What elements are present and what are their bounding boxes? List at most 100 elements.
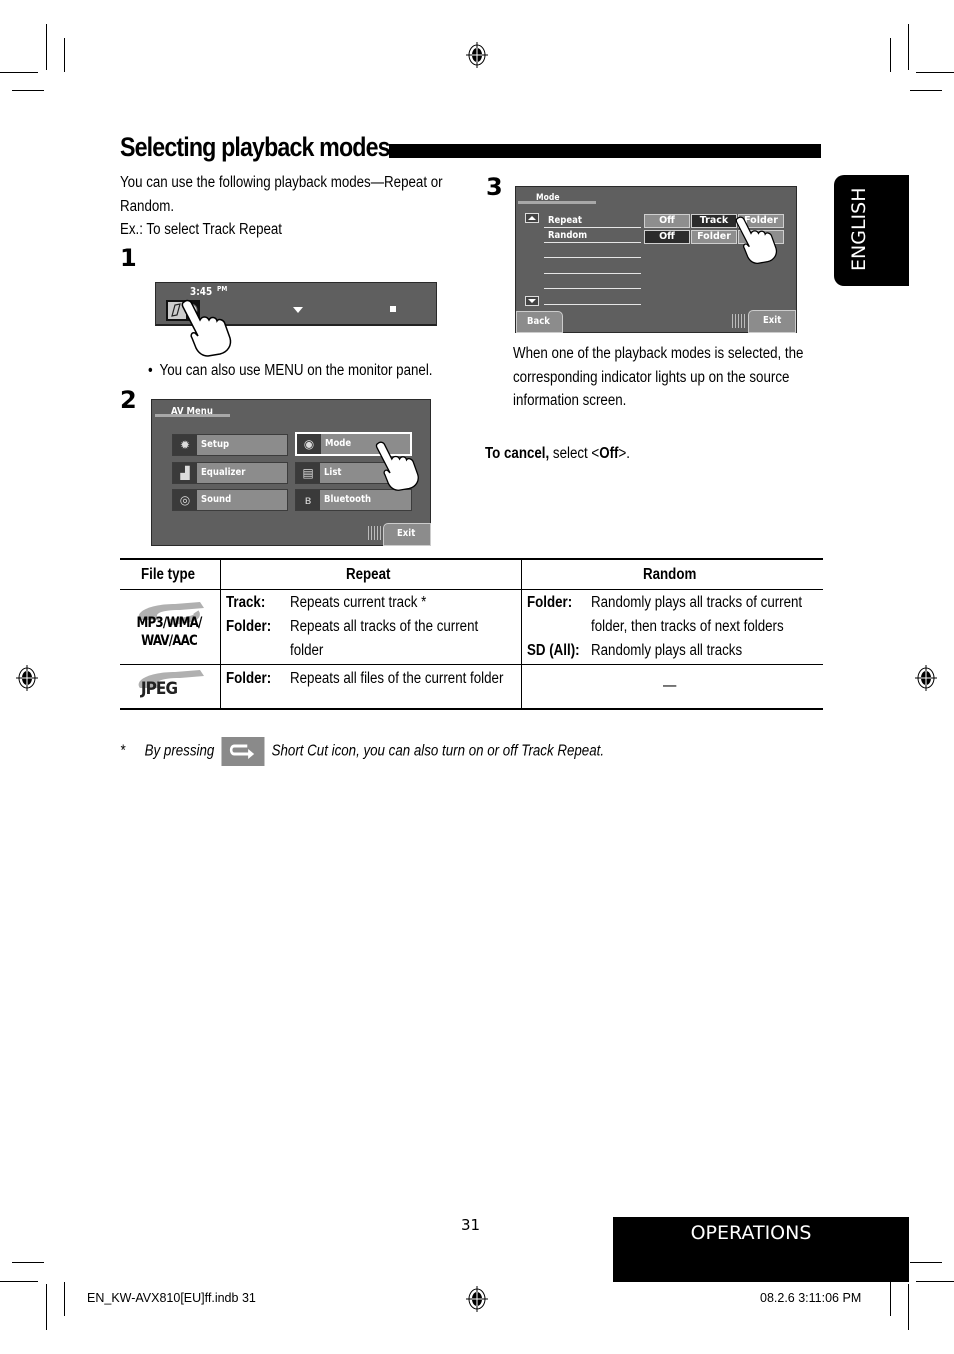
- row-separator: [544, 227, 641, 228]
- random-off-option[interactable]: Off: [644, 230, 690, 244]
- repeat-key: Folder:: [226, 670, 272, 687]
- repeat-desc: folder: [290, 642, 324, 659]
- mode-dial-icon: ◉: [297, 434, 321, 454]
- repeat-key: Track:: [226, 594, 266, 611]
- exit-label: Exit: [397, 528, 416, 539]
- random-desc: Randomly plays all tracks: [591, 642, 743, 659]
- random-key: Folder:: [527, 594, 573, 611]
- step1-note-text: You can also use MENU on the monitor pan…: [159, 362, 433, 379]
- button-label: Setup: [201, 439, 230, 450]
- exit-button[interactable]: Exit: [748, 310, 796, 333]
- repeat-off-option[interactable]: Off: [644, 214, 690, 228]
- button-label: Sound: [201, 494, 232, 505]
- button-label: Mode: [325, 438, 352, 449]
- clock-ampm: PM: [217, 285, 228, 293]
- crop-mark: [12, 90, 44, 91]
- exit-button[interactable]: Exit: [383, 523, 431, 546]
- exit-label: Exit: [763, 315, 782, 326]
- equalizer-button[interactable]: ▟ Equalizer: [172, 462, 288, 484]
- step-number: 1: [120, 244, 137, 272]
- gear-icon: ✹: [173, 435, 197, 455]
- button-label: Equalizer: [201, 467, 246, 478]
- section-label: OPERATIONS: [690, 1222, 812, 1244]
- row-separator: [544, 304, 641, 305]
- button-label: Bluetooth: [324, 494, 372, 505]
- step1-note: • You can also use MENU on the monitor pa…: [148, 362, 433, 379]
- header-file-type: File type: [141, 566, 196, 583]
- crop-mark: [910, 1262, 942, 1263]
- footnote: * By pressing Short Cut icon, you can al…: [120, 737, 604, 766]
- table-rule: [220, 558, 221, 710]
- random-none: —: [663, 677, 677, 694]
- random-desc: folder, then tracks of next folders: [591, 618, 784, 635]
- stop-icon[interactable]: [390, 306, 396, 312]
- cancel-instruction: To cancel, select <Off>.: [485, 442, 630, 466]
- screen-title: AV Menu: [171, 406, 213, 417]
- step-number: 3: [486, 173, 503, 201]
- setup-button[interactable]: ✹ Setup: [172, 434, 288, 456]
- crop-mark: [64, 1282, 65, 1316]
- file-type-line: WAV/AAC: [141, 633, 198, 649]
- scroll-up-button[interactable]: [525, 213, 539, 223]
- dropdown-arrow-icon[interactable]: [293, 307, 303, 313]
- row-separator: [544, 257, 641, 258]
- file-type-mp3: MP3/WMA/ WAV/AAC: [132, 614, 205, 650]
- description-line: information screen.: [513, 392, 627, 409]
- table-rule: [521, 558, 522, 710]
- registration-mark-icon: [915, 665, 937, 691]
- repeat-desc: Repeats all files of the current folder: [290, 670, 504, 687]
- back-button[interactable]: Back: [516, 311, 563, 333]
- cancel-off: Off: [599, 445, 619, 462]
- sound-icon: ◎: [173, 490, 197, 510]
- file-type-line: MP3/WMA/: [136, 615, 203, 631]
- step-number: 2: [120, 386, 137, 414]
- crop-mark: [0, 72, 38, 73]
- registration-mark-icon: [16, 665, 38, 691]
- equalizer-icon: ▟: [173, 463, 197, 483]
- bluetooth-button[interactable]: ʙ Bluetooth: [295, 489, 412, 511]
- sound-button[interactable]: ◎ Sound: [172, 489, 288, 511]
- repeat-key: Folder:: [226, 618, 272, 635]
- footnote-before: By pressing: [144, 742, 215, 760]
- clock-time: 3:45: [190, 286, 213, 298]
- grip-icon: [368, 526, 382, 540]
- random-label: Random: [548, 230, 588, 241]
- table-rule: [120, 589, 823, 590]
- crop-mark: [916, 72, 954, 73]
- button-label: List: [324, 467, 342, 478]
- repeat-desc: Repeats all tracks of the current: [290, 618, 479, 635]
- intro-text: You can use the following playback modes…: [120, 171, 443, 242]
- random-desc: Randomly plays all tracks of current: [591, 594, 803, 611]
- crop-mark: [46, 1284, 47, 1330]
- section-tab: OPERATIONS: [613, 1217, 909, 1282]
- table-rule: [120, 558, 823, 560]
- screen-title: Mode: [536, 193, 560, 203]
- repeat-desc: Repeats current track *: [290, 594, 427, 611]
- cancel-text: select <: [549, 445, 600, 462]
- scroll-down-button[interactable]: [525, 296, 539, 306]
- grip-icon: [732, 314, 746, 328]
- language-tab: ENGLISH: [834, 175, 909, 286]
- table-rule: [120, 708, 823, 710]
- crop-mark: [916, 1281, 954, 1282]
- row-separator: [544, 288, 641, 289]
- intro-line: Random.: [120, 197, 175, 215]
- playback-modes-table: File type Repeat Random MP3/WMA/ WAV/AAC…: [120, 558, 823, 710]
- crop-mark: [908, 24, 909, 70]
- file-type-jpeg: JPEG: [140, 679, 178, 699]
- page-number: 31: [461, 1216, 481, 1234]
- crop-mark: [46, 24, 47, 70]
- random-folder-option[interactable]: Folder: [691, 230, 737, 244]
- repeat-track-option[interactable]: Track: [691, 214, 737, 228]
- pointing-hand-icon: [375, 441, 419, 491]
- footer-timestamp: 08.2.6 3:11:06 PM: [760, 1291, 862, 1305]
- registration-mark-icon: [466, 1286, 488, 1312]
- table-rule: [120, 664, 823, 665]
- crop-mark: [12, 1262, 44, 1263]
- bluetooth-icon: ʙ: [296, 490, 320, 510]
- crop-mark: [908, 1284, 909, 1330]
- crop-mark: [890, 38, 891, 72]
- intro-line: Ex.: To select Track Repeat: [120, 221, 283, 238]
- header-repeat: Repeat: [346, 566, 391, 583]
- description-line: When one of the playback modes is select…: [513, 345, 804, 362]
